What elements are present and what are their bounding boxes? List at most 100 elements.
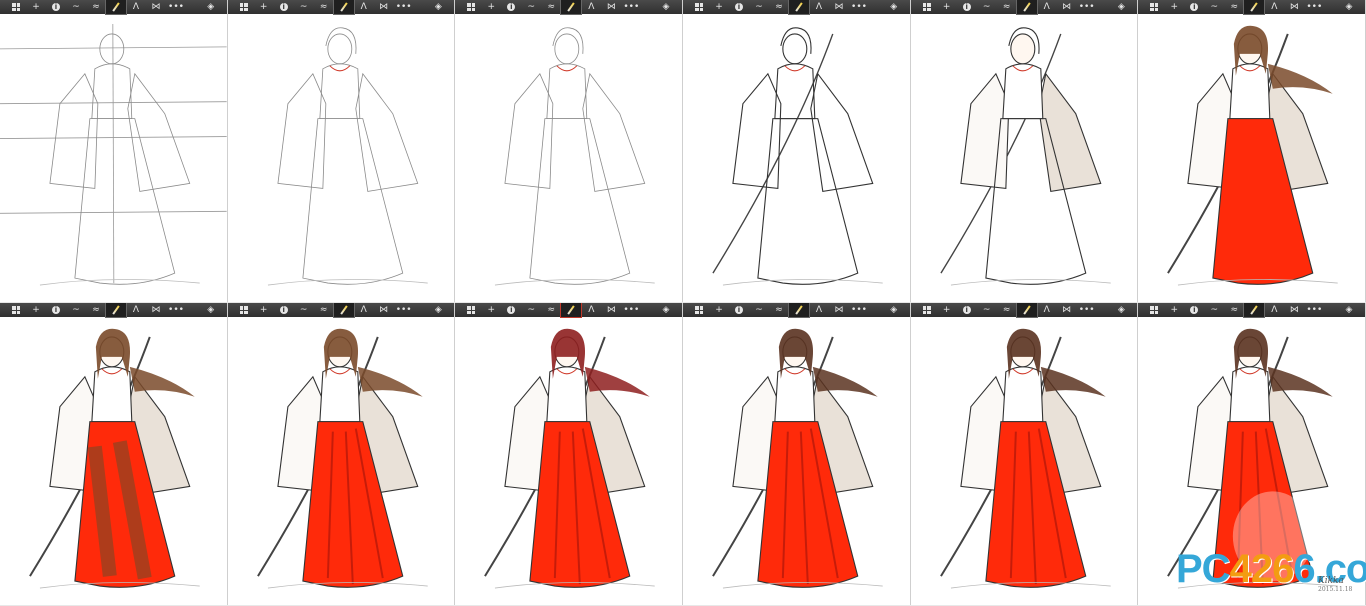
- curve-icon[interactable]: Λ: [1264, 0, 1284, 14]
- layers-icon[interactable]: ◈: [201, 0, 221, 14]
- curve-icon[interactable]: Λ: [809, 0, 829, 14]
- symmetry-icon[interactable]: ⋈: [374, 0, 394, 14]
- curve-icon[interactable]: Λ: [126, 0, 146, 14]
- layers-icon[interactable]: ◈: [1339, 303, 1359, 317]
- brush-stroke-icon[interactable]: ~: [749, 0, 769, 14]
- brush-stroke-icon[interactable]: ~: [1204, 0, 1224, 14]
- more-icon[interactable]: •••: [166, 0, 186, 14]
- curve-icon[interactable]: Λ: [354, 303, 374, 317]
- symmetry-icon[interactable]: ⋈: [601, 0, 621, 14]
- symmetry-icon[interactable]: ⋈: [1284, 303, 1304, 317]
- smudge-icon[interactable]: ≈: [314, 0, 334, 14]
- layers-icon[interactable]: ◈: [1339, 0, 1359, 14]
- symmetry-icon[interactable]: ⋈: [374, 303, 394, 317]
- brush-stroke-icon[interactable]: ~: [977, 0, 997, 14]
- drawing-canvas[interactable]: [911, 14, 1138, 302]
- curve-icon[interactable]: Λ: [581, 303, 601, 317]
- info-icon[interactable]: i: [957, 0, 977, 14]
- curve-icon[interactable]: Λ: [1264, 303, 1284, 317]
- more-icon[interactable]: •••: [1077, 303, 1097, 317]
- info-icon[interactable]: i: [957, 303, 977, 317]
- info-icon[interactable]: i: [46, 0, 66, 14]
- smudge-icon[interactable]: ≈: [541, 0, 561, 14]
- curve-icon[interactable]: Λ: [354, 0, 374, 14]
- grid-icon[interactable]: [1144, 0, 1164, 14]
- info-icon[interactable]: i: [729, 0, 749, 14]
- drawing-canvas[interactable]: [911, 317, 1138, 605]
- plus-icon[interactable]: +: [937, 0, 957, 14]
- plus-icon[interactable]: +: [937, 303, 957, 317]
- drawing-canvas[interactable]: [228, 317, 455, 605]
- info-icon[interactable]: i: [501, 303, 521, 317]
- plus-icon[interactable]: +: [26, 303, 46, 317]
- pencil-icon[interactable]: [1015, 303, 1038, 318]
- more-icon[interactable]: •••: [394, 303, 414, 317]
- layers-icon[interactable]: ◈: [656, 303, 676, 317]
- grid-icon[interactable]: [689, 0, 709, 14]
- symmetry-icon[interactable]: ⋈: [601, 303, 621, 317]
- symmetry-icon[interactable]: ⋈: [146, 303, 166, 317]
- plus-icon[interactable]: +: [709, 303, 729, 317]
- brush-stroke-icon[interactable]: ~: [977, 303, 997, 317]
- pencil-icon[interactable]: [560, 0, 583, 15]
- layers-icon[interactable]: ◈: [1111, 303, 1131, 317]
- symmetry-icon[interactable]: ⋈: [829, 303, 849, 317]
- grid-icon[interactable]: [917, 303, 937, 317]
- more-icon[interactable]: •••: [1077, 0, 1097, 14]
- layers-icon[interactable]: ◈: [656, 0, 676, 14]
- pencil-icon[interactable]: [560, 303, 583, 318]
- drawing-canvas[interactable]: [683, 317, 910, 605]
- info-icon[interactable]: i: [46, 303, 66, 317]
- plus-icon[interactable]: +: [254, 0, 274, 14]
- grid-icon[interactable]: [6, 303, 26, 317]
- smudge-icon[interactable]: ≈: [769, 0, 789, 14]
- drawing-canvas[interactable]: [0, 317, 227, 605]
- pencil-icon[interactable]: [332, 0, 355, 15]
- drawing-canvas[interactable]: [455, 14, 682, 302]
- more-icon[interactable]: •••: [394, 0, 414, 14]
- smudge-icon[interactable]: ≈: [1224, 0, 1244, 14]
- info-icon[interactable]: i: [501, 0, 521, 14]
- info-icon[interactable]: i: [729, 303, 749, 317]
- brush-stroke-icon[interactable]: ~: [66, 0, 86, 14]
- plus-icon[interactable]: +: [481, 0, 501, 14]
- curve-icon[interactable]: Λ: [581, 0, 601, 14]
- brush-stroke-icon[interactable]: ~: [294, 0, 314, 14]
- smudge-icon[interactable]: ≈: [769, 303, 789, 317]
- smudge-icon[interactable]: ≈: [997, 0, 1017, 14]
- symmetry-icon[interactable]: ⋈: [829, 0, 849, 14]
- pencil-icon[interactable]: [1243, 303, 1266, 318]
- pencil-icon[interactable]: [105, 303, 127, 318]
- info-icon[interactable]: i: [1184, 303, 1204, 317]
- drawing-canvas[interactable]: [1138, 14, 1365, 302]
- info-icon[interactable]: i: [274, 0, 294, 14]
- smudge-icon[interactable]: ≈: [541, 303, 561, 317]
- brush-stroke-icon[interactable]: ~: [66, 303, 86, 317]
- curve-icon[interactable]: Λ: [1037, 303, 1057, 317]
- layers-icon[interactable]: ◈: [201, 303, 221, 317]
- layers-icon[interactable]: ◈: [884, 0, 904, 14]
- grid-icon[interactable]: [6, 0, 26, 14]
- smudge-icon[interactable]: ≈: [86, 0, 106, 14]
- plus-icon[interactable]: +: [1164, 303, 1184, 317]
- curve-icon[interactable]: Λ: [1037, 0, 1057, 14]
- pencil-icon[interactable]: [105, 0, 127, 15]
- more-icon[interactable]: •••: [1304, 303, 1324, 317]
- drawing-canvas[interactable]: [683, 14, 910, 302]
- grid-icon[interactable]: [689, 303, 709, 317]
- brush-stroke-icon[interactable]: ~: [749, 303, 769, 317]
- more-icon[interactable]: •••: [621, 303, 641, 317]
- layers-icon[interactable]: ◈: [884, 303, 904, 317]
- smudge-icon[interactable]: ≈: [997, 303, 1017, 317]
- symmetry-icon[interactable]: ⋈: [1284, 0, 1304, 14]
- plus-icon[interactable]: +: [26, 0, 46, 14]
- brush-stroke-icon[interactable]: ~: [521, 303, 541, 317]
- info-icon[interactable]: i: [1184, 0, 1204, 14]
- more-icon[interactable]: •••: [849, 0, 869, 14]
- plus-icon[interactable]: +: [709, 0, 729, 14]
- grid-icon[interactable]: [234, 0, 254, 14]
- drawing-canvas[interactable]: [228, 14, 455, 302]
- pencil-icon[interactable]: [788, 0, 810, 15]
- smudge-icon[interactable]: ≈: [1224, 303, 1244, 317]
- brush-stroke-icon[interactable]: ~: [294, 303, 314, 317]
